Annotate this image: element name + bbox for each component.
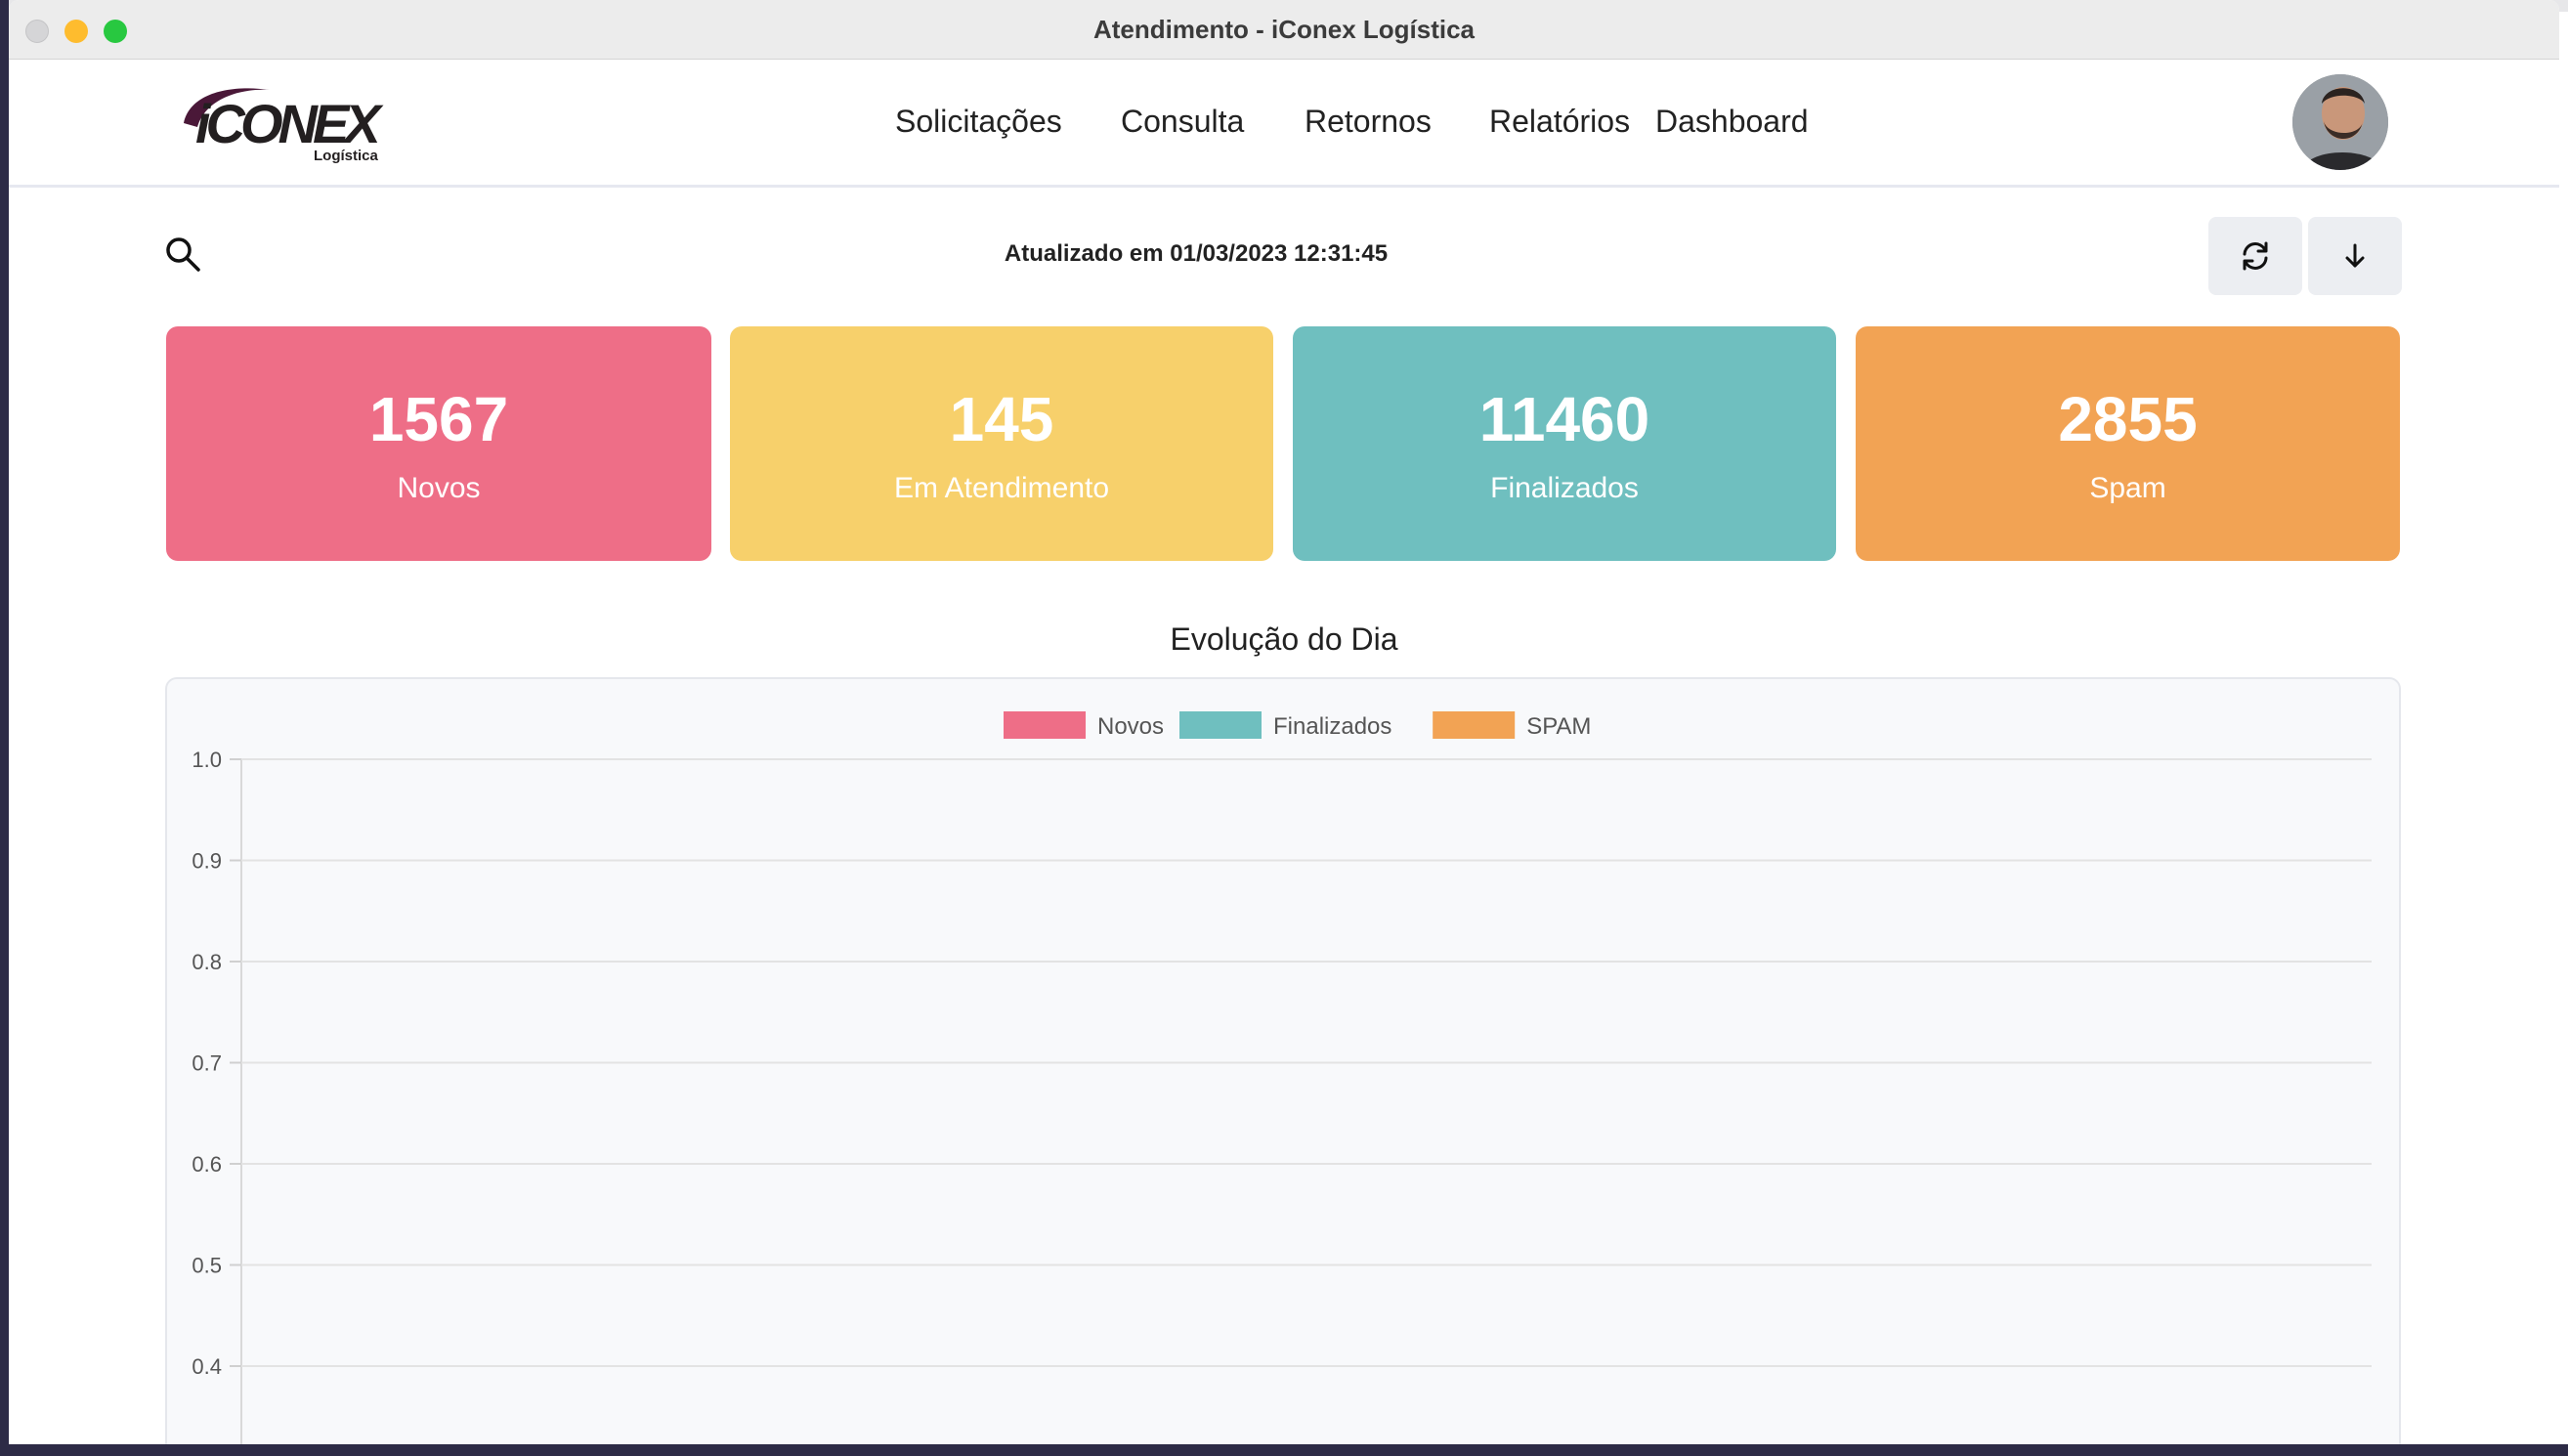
avatar-portrait-icon [2292,74,2388,170]
app-window: Atendimento - iConex Logística iCONEX Lo… [9,0,2559,1444]
y-tick-label: 0.7 [192,1051,222,1076]
y-tick-label: 0.6 [192,1152,222,1177]
stat-card-value: 145 [949,384,1054,454]
legend-label: Finalizados [1273,713,1391,740]
stat-card-label: Spam [2089,472,2166,504]
top-navbar: iCONEX Logística Solicitações Consulta R… [9,60,2559,188]
nav-item-consulta[interactable]: Consulta [1121,99,1244,144]
nav-item-retornos[interactable]: Retornos [1305,99,1432,144]
stat-card-value: 1567 [368,384,509,454]
chart-section-title: Evolução do Dia [1170,621,1398,657]
legend-label: SPAM [1526,713,1591,740]
window-title: Atendimento - iConex Logística [1092,15,1476,44]
legend-swatch [1004,711,1086,739]
legend-swatch [1179,711,1262,739]
stat-card-spam[interactable]: 2855 Spam [1856,326,2400,561]
logo-wordmark: iCONEX [195,93,384,154]
nav-item-relatorios[interactable]: Relatórios [1489,99,1630,144]
stat-card-label: Em Atendimento [893,472,1110,504]
logo-subtitle: Logística [314,148,379,164]
y-tick-label: 1.0 [192,748,222,772]
desktop-edge-bottom [0,1444,2568,1456]
y-tick-label: 0.5 [192,1254,222,1278]
evolution-chart: Novos Finalizados SPAM 1.0 0.9 0.8 0.7 0.6 0.5 0.… [192,711,2372,1444]
nav-item-solicitacoes[interactable]: Solicitações [895,99,1062,144]
stat-card-label: Finalizados [1490,472,1639,504]
y-tick-label: 0.8 [192,950,222,974]
refresh-icon [2243,241,2268,271]
download-button[interactable] [2308,217,2402,295]
stat-card-value: 11460 [1478,384,1650,454]
stat-card-value: 2855 [2058,384,2198,454]
y-tick-label: 0.9 [192,849,222,874]
arrow-down-icon [2345,243,2365,268]
user-avatar[interactable] [2292,74,2388,170]
legend-swatch [1433,711,1516,739]
chart-container: Novos Finalizados SPAM 1.0 0.9 0.8 0.7 0.6 0.5 0.… [165,677,2401,1444]
stat-card-label: Novos [397,472,481,504]
legend-label: Novos [1097,713,1164,740]
stat-card-novos[interactable]: 1567 Novos [166,326,711,561]
desktop-edge [0,0,9,1456]
stat-card-em-atendimento[interactable]: 145 Em Atendimento [730,326,1273,561]
iconex-logo[interactable]: iCONEX Logística [180,76,390,164]
nav-item-dashboard[interactable]: Dashboard [1655,99,1809,144]
title-bar: Atendimento - iConex Logística [9,0,2559,60]
last-updated-text: Atualizado em 01/03/2023 12:31:45 [1004,240,1389,267]
stat-card-finalizados[interactable]: 11460 Finalizados [1293,326,1836,561]
search-icon[interactable] [163,235,202,274]
refresh-button[interactable] [2208,217,2302,295]
y-tick-label: 0.4 [192,1354,222,1379]
